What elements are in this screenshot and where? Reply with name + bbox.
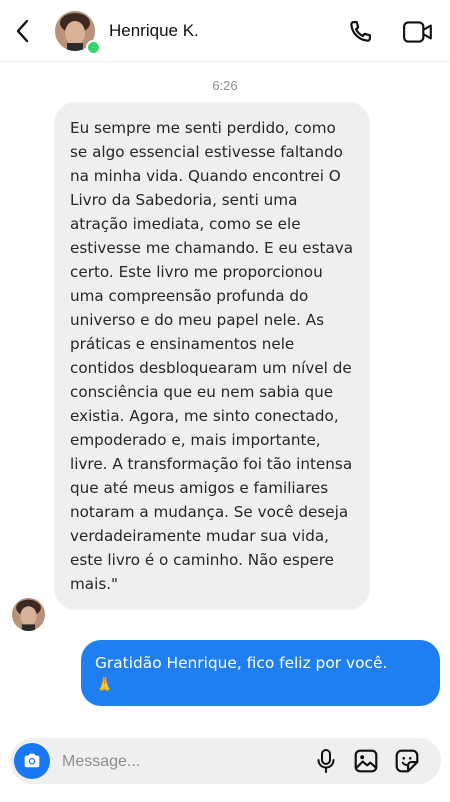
gallery-button[interactable] bbox=[352, 747, 380, 775]
back-button[interactable] bbox=[8, 16, 38, 46]
outgoing-message-text: Gratidão Henrique, fico feliz por você. bbox=[95, 654, 388, 672]
image-icon bbox=[354, 749, 378, 773]
message-input[interactable] bbox=[60, 738, 304, 786]
camera-icon bbox=[24, 753, 40, 768]
video-call-button[interactable] bbox=[400, 16, 436, 48]
incoming-message-bubble[interactable]: Eu sempre me senti perdido, como se algo… bbox=[54, 102, 370, 610]
microphone-icon bbox=[317, 749, 335, 773]
sender-avatar[interactable] bbox=[12, 598, 45, 631]
contact-name[interactable]: Henrique K. bbox=[109, 20, 199, 42]
phone-icon bbox=[350, 20, 372, 42]
online-status-indicator bbox=[86, 40, 101, 55]
camera-button[interactable] bbox=[14, 743, 50, 779]
video-camera-icon bbox=[403, 21, 432, 43]
voice-call-button[interactable] bbox=[344, 16, 376, 48]
praying-hands-emoji: 🙏 bbox=[95, 676, 115, 694]
outgoing-message-bubble[interactable]: Gratidão Henrique, fico feliz por você. … bbox=[81, 640, 440, 706]
chevron-left-icon bbox=[16, 19, 29, 43]
chat-header: Henrique K. bbox=[0, 0, 450, 62]
voice-message-button[interactable] bbox=[312, 747, 340, 775]
incoming-message-text: Eu sempre me senti perdido, como se algo… bbox=[70, 119, 354, 593]
message-composer bbox=[10, 738, 441, 786]
avatar-photo bbox=[12, 598, 45, 631]
sticker-button[interactable] bbox=[393, 747, 421, 775]
sticker-icon bbox=[395, 749, 419, 773]
message-timestamp: 6:26 bbox=[212, 78, 238, 93]
